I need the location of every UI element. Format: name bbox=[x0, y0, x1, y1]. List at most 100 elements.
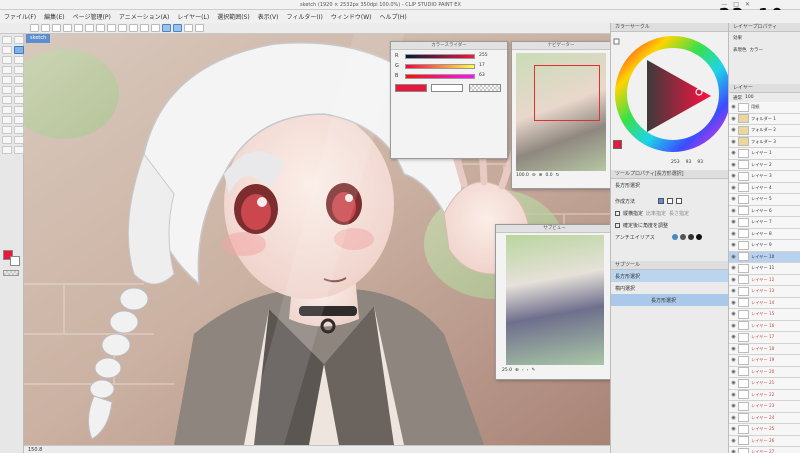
slider-b-bar[interactable] bbox=[405, 74, 475, 79]
slider-r-bar[interactable] bbox=[405, 54, 475, 59]
pen-ruler-icon[interactable] bbox=[173, 24, 182, 32]
menu-file[interactable]: ファイル(F) bbox=[4, 12, 36, 21]
shape-tool-icon[interactable] bbox=[2, 106, 12, 114]
object-tool-icon[interactable] bbox=[2, 146, 12, 154]
select-rect-tool-icon[interactable] bbox=[14, 46, 24, 54]
layer-row[interactable]: ◉ レイヤー 22 bbox=[729, 389, 800, 401]
zoom-tool-icon[interactable] bbox=[2, 36, 12, 44]
hue-value[interactable]: 253 bbox=[671, 160, 680, 165]
menu-selection[interactable]: 選択範囲(S) bbox=[217, 12, 250, 21]
antialias-weak-icon[interactable] bbox=[679, 234, 686, 240]
layer-folder-row[interactable]: ◉ フォルダー 3 bbox=[729, 136, 800, 148]
slider-g-value[interactable]: 17 bbox=[479, 63, 485, 68]
pencil-tool-icon[interactable] bbox=[14, 66, 24, 74]
sub-color-swatch[interactable] bbox=[10, 256, 20, 266]
layer-tab[interactable]: レイヤー bbox=[729, 84, 800, 93]
menu-layer[interactable]: レイヤー(L) bbox=[177, 12, 209, 21]
hand-tool-icon[interactable] bbox=[14, 36, 24, 44]
layer-row[interactable]: ◉ レイヤー 21 bbox=[729, 378, 800, 390]
layer-row[interactable]: ◉ レイヤー 18 bbox=[729, 343, 800, 355]
menu-page[interactable]: ページ管理(P) bbox=[73, 12, 111, 21]
layer-row[interactable]: ◉ レイヤー 16 bbox=[729, 320, 800, 332]
correct-tool-icon[interactable] bbox=[2, 136, 12, 144]
move-tool-icon[interactable] bbox=[14, 56, 24, 64]
menu-edit[interactable]: 編集(E) bbox=[44, 12, 64, 21]
expression-value[interactable]: カラー bbox=[750, 47, 764, 53]
layer-row[interactable]: ◉ レイヤー 9 bbox=[729, 240, 800, 252]
menu-help[interactable]: ヘルプ(H) bbox=[379, 12, 406, 21]
wand-tool-icon[interactable] bbox=[2, 56, 12, 64]
navigator-angle-value[interactable]: 0.0 bbox=[545, 173, 552, 178]
navigator-view-frame[interactable] bbox=[534, 65, 600, 121]
layer-row[interactable]: ◉ レイヤー 10 bbox=[729, 251, 800, 263]
layer-visibility-icon[interactable]: ◉ bbox=[729, 392, 738, 398]
copy-icon[interactable] bbox=[107, 24, 116, 32]
layer-visibility-icon[interactable]: ◉ bbox=[729, 150, 738, 156]
color-wheel-tab[interactable]: カラーサークル bbox=[611, 23, 728, 32]
saturation-value[interactable]: 93 bbox=[686, 160, 692, 165]
save-icon[interactable] bbox=[52, 24, 61, 32]
layer-row[interactable]: ◉ レイヤー 6 bbox=[729, 205, 800, 217]
airbrush-tool-icon[interactable] bbox=[14, 76, 24, 84]
layer-row[interactable]: ◉ レイヤー 24 bbox=[729, 412, 800, 424]
text-tool-icon[interactable] bbox=[14, 116, 24, 124]
layer-folder-row[interactable]: ◉ フォルダー 2 bbox=[729, 125, 800, 137]
layer-row[interactable]: ◉ レイヤー 12 bbox=[729, 274, 800, 286]
layer-row[interactable]: ◉ レイヤー 13 bbox=[729, 286, 800, 298]
layer-visibility-icon[interactable]: ◉ bbox=[729, 426, 738, 432]
line-tool-icon[interactable] bbox=[14, 126, 24, 134]
pen-tool-icon[interactable] bbox=[2, 66, 12, 74]
layer-visibility-icon[interactable]: ◉ bbox=[729, 288, 738, 294]
fill-tool-icon[interactable] bbox=[2, 96, 12, 104]
sub-tool-item-1[interactable]: 長方形選択 bbox=[611, 270, 729, 282]
layer-visibility-icon[interactable]: ◉ bbox=[729, 369, 738, 375]
layer-visibility-icon[interactable]: ◉ bbox=[729, 403, 738, 409]
subview-prev-icon[interactable]: ‹ bbox=[522, 368, 524, 373]
undo-icon[interactable] bbox=[63, 24, 72, 32]
layer-visibility-icon[interactable]: ◉ bbox=[729, 323, 738, 329]
transform-icon[interactable] bbox=[96, 24, 105, 32]
sub-tool-item-3[interactable]: 長方形選択 bbox=[611, 294, 729, 306]
layer-visibility-icon[interactable]: ◉ bbox=[729, 300, 738, 306]
current-color-swatch[interactable] bbox=[613, 140, 622, 149]
slider-r[interactable]: R 255 bbox=[395, 53, 490, 60]
sub-color-chip[interactable] bbox=[431, 84, 463, 92]
transparent-color-swatch[interactable] bbox=[3, 270, 19, 276]
layer-row[interactable]: ◉ レイヤー 14 bbox=[729, 297, 800, 309]
antialias-none-icon[interactable] bbox=[671, 234, 678, 240]
layer-visibility-icon[interactable]: ◉ bbox=[729, 219, 738, 225]
blend-mode[interactable]: 通常 bbox=[733, 95, 742, 101]
menu-filter[interactable]: フィルター(I) bbox=[287, 12, 323, 21]
rect-mode-icon[interactable] bbox=[658, 198, 665, 204]
layer-row[interactable]: ◉ レイヤー 5 bbox=[729, 194, 800, 206]
layer-row[interactable]: ◉ レイヤー 19 bbox=[729, 355, 800, 367]
layer-visibility-icon[interactable]: ◉ bbox=[729, 127, 738, 133]
menu-window[interactable]: ウィンドウ(W) bbox=[331, 12, 372, 21]
slider-r-value[interactable]: 255 bbox=[479, 53, 488, 58]
blend-tool-icon[interactable] bbox=[14, 86, 24, 94]
layer-row[interactable]: ◉ レイヤー 11 bbox=[729, 263, 800, 275]
layer-visibility-icon[interactable]: ◉ bbox=[729, 139, 738, 145]
layer-row[interactable]: ◉ レイヤー 7 bbox=[729, 217, 800, 229]
deselect-icon[interactable] bbox=[140, 24, 149, 32]
layer-row[interactable]: ◉ レイヤー 2 bbox=[729, 159, 800, 171]
layer-visibility-icon[interactable]: ◉ bbox=[729, 380, 738, 386]
ratio-option[interactable]: 比率指定 bbox=[646, 210, 666, 217]
brush-tool-icon[interactable] bbox=[2, 76, 12, 84]
zoom-in-icon[interactable]: ⊕ bbox=[539, 173, 543, 178]
subview-zoom-value[interactable]: 25.0 bbox=[502, 368, 512, 373]
antialias-strong-icon[interactable] bbox=[695, 234, 702, 240]
layer-visibility-icon[interactable]: ◉ bbox=[729, 231, 738, 237]
transparent-chip[interactable] bbox=[469, 84, 501, 92]
ruler-tool-icon[interactable] bbox=[2, 116, 12, 124]
navigator-preview[interactable] bbox=[516, 53, 606, 171]
gradient-tool-icon[interactable] bbox=[14, 96, 24, 104]
eraser-tool-icon[interactable] bbox=[2, 86, 12, 94]
layer-row[interactable]: ◉ レイヤー 17 bbox=[729, 332, 800, 344]
layer-row[interactable]: ◉ レイヤー 26 bbox=[729, 435, 800, 447]
eyedropper-tool-icon[interactable] bbox=[14, 136, 24, 144]
color-wheel[interactable] bbox=[611, 32, 731, 162]
lasso-tool-icon[interactable] bbox=[2, 46, 12, 54]
balloon-tool-icon[interactable] bbox=[2, 126, 12, 134]
layer-row[interactable]: ◉ レイヤー 3 bbox=[729, 171, 800, 183]
